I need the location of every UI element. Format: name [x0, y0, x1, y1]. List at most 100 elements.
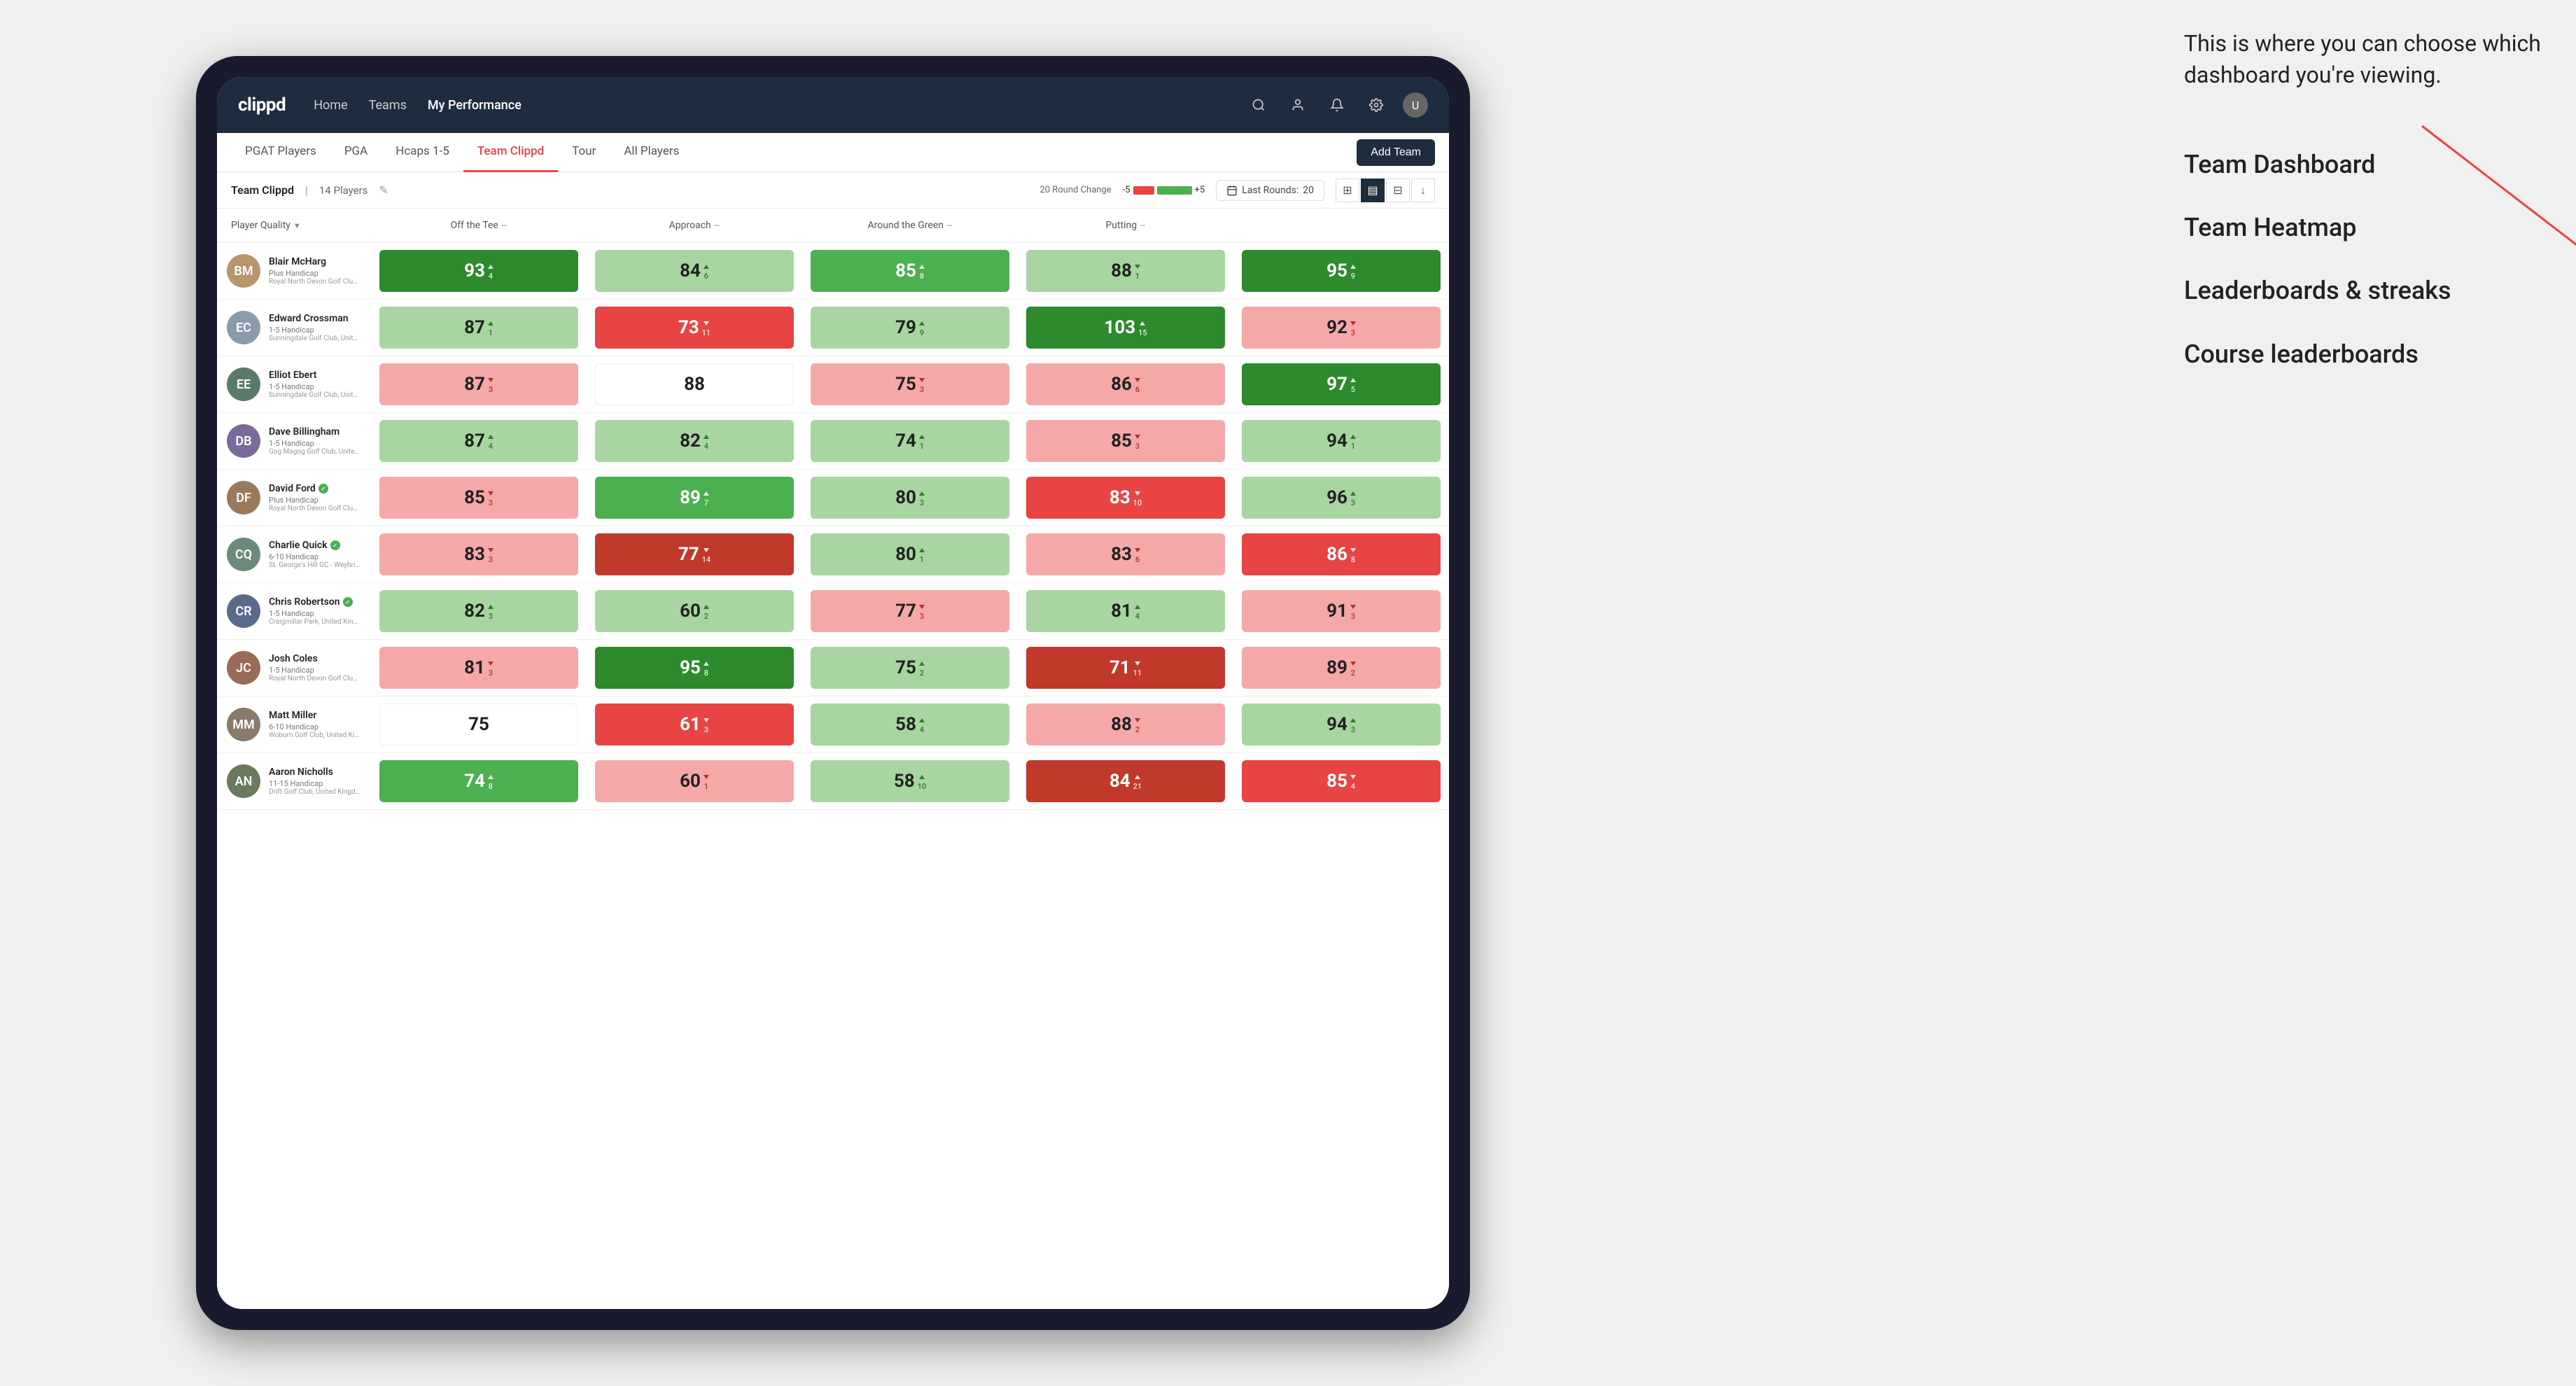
edit-icon[interactable]: ✎ [379, 183, 388, 197]
score-cell-4-4[interactable]: 963 [1233, 470, 1449, 526]
score-cell-8-4[interactable]: 943 [1233, 696, 1449, 752]
score-cell-9-1[interactable]: 601 [587, 753, 802, 809]
score-cell-0-2[interactable]: 858 [802, 243, 1018, 299]
score-cell-5-3[interactable]: 836 [1018, 526, 1233, 582]
score-cell-2-0[interactable]: 873 [371, 356, 587, 412]
col-header-putting[interactable]: Putting — [1018, 216, 1233, 235]
score-cell-8-2[interactable]: 584 [802, 696, 1018, 752]
notifications-icon[interactable] [1324, 92, 1350, 118]
score-cell-4-2[interactable]: 803 [802, 470, 1018, 526]
dashboard-option-1[interactable]: Team Dashboard [2184, 147, 2548, 182]
score-cell-8-0[interactable]: 75 [371, 696, 587, 752]
score-cell-2-2[interactable]: 753 [802, 356, 1018, 412]
score-cell-8-1[interactable]: 613 [587, 696, 802, 752]
score-cell-3-1[interactable]: 824 [587, 413, 802, 469]
trend-down-icon [488, 659, 493, 668]
score-cell-4-1[interactable]: 897 [587, 470, 802, 526]
score-cell-7-1[interactable]: 958 [587, 640, 802, 696]
score-cell-8-3[interactable]: 882 [1018, 696, 1233, 752]
nav-my-performance[interactable]: My Performance [428, 98, 522, 113]
tab-pgat-players[interactable]: PGAT Players [231, 133, 330, 172]
app-logo[interactable]: clippd [238, 94, 286, 115]
user-avatar[interactable]: U [1403, 92, 1428, 118]
player-info-5[interactable]: CQCharlie Quick✓6-10 HandicapSt. George'… [217, 526, 371, 582]
annotation-area: This is where you can choose which dashb… [2184, 28, 2548, 400]
player-info-0[interactable]: BMBlair McHargPlus HandicapRoyal North D… [217, 243, 371, 299]
score-cell-7-0[interactable]: 813 [371, 640, 587, 696]
profile-icon[interactable] [1285, 92, 1310, 118]
player-info-9[interactable]: ANAaron Nicholls11-15 HandicapDrift Golf… [217, 753, 371, 809]
score-cell-5-2[interactable]: 801 [802, 526, 1018, 582]
score-cell-2-1[interactable]: 88 [587, 356, 802, 412]
change-value: 3 [489, 555, 493, 564]
col-header-player[interactable]: Player Quality ▼ [217, 216, 371, 235]
player-info-7[interactable]: JCJosh Coles1-5 HandicapRoyal North Devo… [217, 640, 371, 696]
score-cell-7-3[interactable]: 7111 [1018, 640, 1233, 696]
dashboard-option-3[interactable]: Leaderboards & streaks [2184, 273, 2548, 308]
player-info-8[interactable]: MMMatt Miller6-10 HandicapWoburn Golf Cl… [217, 696, 371, 752]
download-btn[interactable]: ↓ [1411, 178, 1435, 202]
tab-tour[interactable]: Tour [558, 133, 610, 172]
dashboard-option-4[interactable]: Course leaderboards [2184, 337, 2548, 372]
score-cell-3-2[interactable]: 741 [802, 413, 1018, 469]
nav-teams[interactable]: Teams [369, 98, 407, 113]
score-cell-3-4[interactable]: 941 [1233, 413, 1449, 469]
table-view-btn[interactable]: ▤ [1361, 178, 1385, 202]
score-cell-9-2[interactable]: 5810 [802, 753, 1018, 809]
dashboard-option-2[interactable]: Team Heatmap [2184, 210, 2548, 245]
score-cell-5-0[interactable]: 833 [371, 526, 587, 582]
score-cell-6-2[interactable]: 773 [802, 583, 1018, 639]
score-box: 75 [379, 704, 578, 746]
score-cell-0-4[interactable]: 959 [1233, 243, 1449, 299]
last-rounds-button[interactable]: Last Rounds: 20 [1216, 180, 1324, 201]
player-info-6[interactable]: CRChris Robertson✓1-5 HandicapCraigmilla… [217, 583, 371, 639]
score-cell-1-1[interactable]: 7311 [587, 300, 802, 356]
score-cell-9-0[interactable]: 748 [371, 753, 587, 809]
player-info-3[interactable]: DBDave Billingham1-5 HandicapGog Magog G… [217, 413, 371, 469]
grid-view-btn[interactable]: ⊞ [1336, 178, 1359, 202]
player-info-2[interactable]: EEElliot Ebert1-5 HandicapSunningdale Go… [217, 356, 371, 412]
score-cell-6-3[interactable]: 814 [1018, 583, 1233, 639]
score-cell-6-4[interactable]: 913 [1233, 583, 1449, 639]
score-cell-4-3[interactable]: 8310 [1018, 470, 1233, 526]
score-cell-1-0[interactable]: 871 [371, 300, 587, 356]
score-cell-0-0[interactable]: 934 [371, 243, 587, 299]
score-cell-3-0[interactable]: 874 [371, 413, 587, 469]
score-cell-1-2[interactable]: 799 [802, 300, 1018, 356]
score-cell-6-0[interactable]: 823 [371, 583, 587, 639]
trend-up-icon [919, 772, 925, 781]
heatmap-view-btn[interactable]: ⊟ [1386, 178, 1410, 202]
tab-hcaps[interactable]: Hcaps 1-5 [382, 133, 463, 172]
change-value: 1 [1135, 272, 1140, 281]
score-cell-5-4[interactable]: 868 [1233, 526, 1449, 582]
score-cell-2-3[interactable]: 866 [1018, 356, 1233, 412]
nav-home[interactable]: Home [314, 98, 347, 113]
tab-pga[interactable]: PGA [330, 133, 382, 172]
score-cell-6-1[interactable]: 602 [587, 583, 802, 639]
score-cell-1-4[interactable]: 923 [1233, 300, 1449, 356]
col-header-approach[interactable]: Approach — [587, 216, 802, 235]
score-cell-5-1[interactable]: 7714 [587, 526, 802, 582]
trend-up-icon [488, 318, 493, 328]
search-icon[interactable] [1246, 92, 1271, 118]
range-pos: +5 [1195, 185, 1205, 195]
tab-all-players[interactable]: All Players [610, 133, 693, 172]
col-header-tee[interactable]: Off the Tee — [371, 216, 587, 235]
score-cell-2-4[interactable]: 975 [1233, 356, 1449, 412]
score-cell-3-3[interactable]: 853 [1018, 413, 1233, 469]
score-cell-0-1[interactable]: 846 [587, 243, 802, 299]
col-header-green[interactable]: Around the Green — [802, 216, 1018, 235]
score-cell-7-4[interactable]: 892 [1233, 640, 1449, 696]
score-cell-0-3[interactable]: 881 [1018, 243, 1233, 299]
score-cell-9-3[interactable]: 8421 [1018, 753, 1233, 809]
add-team-button[interactable]: Add Team [1357, 139, 1435, 166]
score-cell-9-4[interactable]: 854 [1233, 753, 1449, 809]
tab-team-clippd[interactable]: Team Clippd [463, 133, 558, 172]
player-info-1[interactable]: ECEdward Crossman1-5 HandicapSunningdale… [217, 300, 371, 356]
settings-icon[interactable] [1364, 92, 1389, 118]
player-info-4[interactable]: DFDavid Ford✓Plus HandicapRoyal North De… [217, 470, 371, 526]
player-avatar: MM [227, 708, 260, 741]
score-cell-1-3[interactable]: 10315 [1018, 300, 1233, 356]
score-cell-7-2[interactable]: 752 [802, 640, 1018, 696]
score-cell-4-0[interactable]: 853 [371, 470, 587, 526]
